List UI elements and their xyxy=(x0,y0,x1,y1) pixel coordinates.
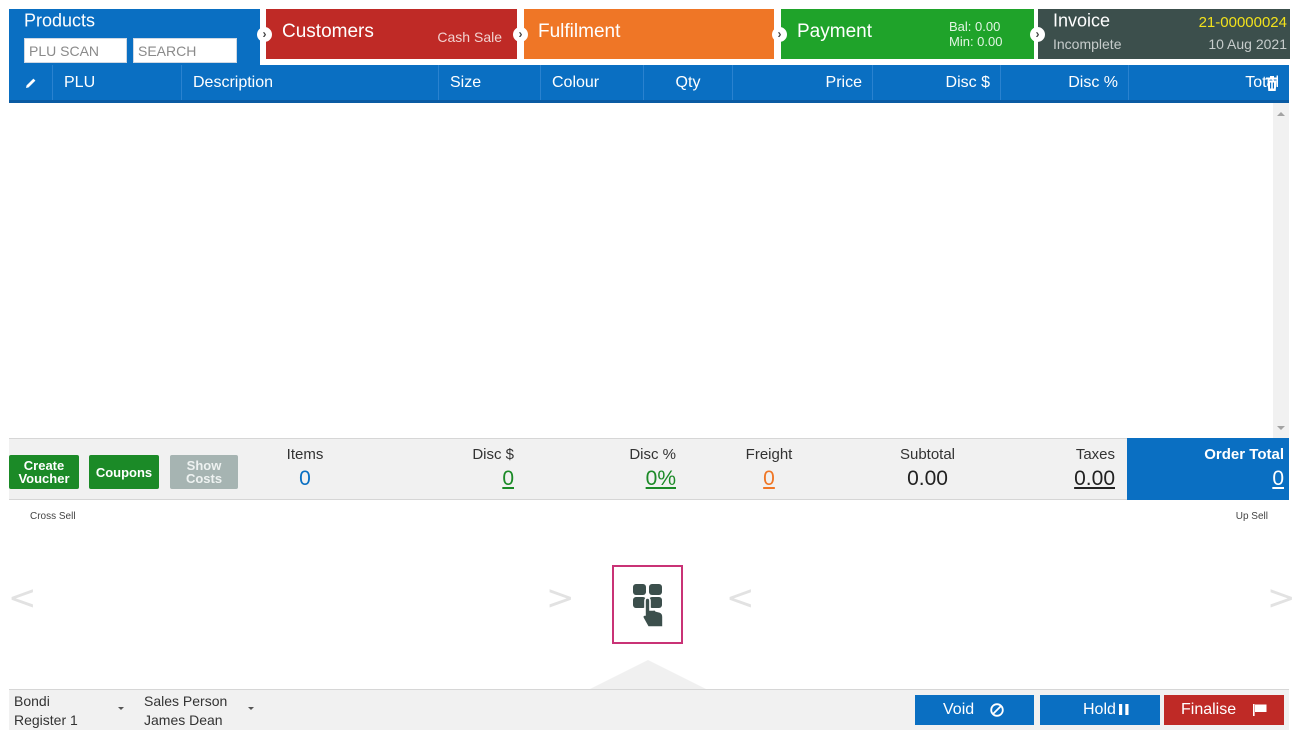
tab-customers-title: Customers xyxy=(282,21,374,42)
void-icon xyxy=(990,703,1004,717)
void-label: Void xyxy=(943,701,975,718)
order-total: Order Total 0 xyxy=(1127,438,1289,500)
salesperson-name: James Dean xyxy=(144,712,223,728)
subtotal-value: 0.00 xyxy=(907,467,948,490)
tab-fulfilment[interactable]: Fulfilment xyxy=(524,9,774,59)
column-price[interactable]: Price xyxy=(733,65,873,100)
hold-button[interactable]: Hold xyxy=(1040,695,1160,725)
invoice-number: 21-00000024 xyxy=(1198,14,1287,31)
finalise-button[interactable]: Finalise xyxy=(1164,695,1284,725)
disc-amount-value[interactable]: 0 xyxy=(389,467,514,491)
tab-fulfilment-title: Fulfilment xyxy=(538,21,621,42)
salesperson-select[interactable]: Sales Person James Dean xyxy=(144,692,264,730)
freight-value[interactable]: 0 xyxy=(709,467,829,491)
column-description[interactable]: Description xyxy=(182,65,439,100)
finalise-label: Finalise xyxy=(1181,701,1237,718)
items-value: 0 xyxy=(299,467,311,490)
footer-bar: Bondi Register 1 Sales Person James Dean… xyxy=(9,689,1289,730)
column-qty[interactable]: Qty xyxy=(644,65,733,100)
hold-label: Hold xyxy=(1083,701,1116,718)
tab-invoice-title: Invoice xyxy=(1053,10,1111,31)
disc-percent-total: Disc % 0% xyxy=(539,446,676,491)
taxes-total: Taxes 0.00 xyxy=(1019,446,1115,491)
search-input[interactable] xyxy=(133,38,237,63)
pencil-icon xyxy=(25,78,35,88)
chevron-right-icon[interactable]: > xyxy=(1267,578,1296,618)
line-items-list xyxy=(9,103,1273,438)
chevron-down-icon xyxy=(118,707,124,710)
taxes-label: Taxes xyxy=(1075,446,1115,463)
items-total: Items 0 xyxy=(239,446,371,491)
chevron-right-icon[interactable]: > xyxy=(546,578,575,618)
disc-amount-label: Disc $ xyxy=(472,446,514,463)
chevron-left-icon[interactable]: < xyxy=(8,578,37,618)
tab-invoice[interactable]: Invoice Incomplete 21-00000024 10 Aug 20… xyxy=(1038,9,1290,59)
location-name: Bondi xyxy=(14,693,50,709)
column-disc-percent[interactable]: Disc % xyxy=(1001,65,1129,100)
scroll-down-arrow[interactable] xyxy=(1277,426,1285,430)
flag-icon xyxy=(1253,704,1267,716)
subtotal: Subtotal 0.00 xyxy=(854,446,1001,491)
chevron-right-icon xyxy=(257,27,272,42)
column-disc-amount[interactable]: Disc $ xyxy=(873,65,1001,100)
freight-total: Freight 0 xyxy=(709,446,829,491)
taxes-value[interactable]: 0.00 xyxy=(1019,467,1115,491)
payment-balances: Bal: 0.00 Min: 0.00 xyxy=(949,19,1002,49)
column-plu[interactable]: PLU xyxy=(53,65,182,100)
chevron-right-icon xyxy=(1030,27,1045,42)
chevron-right-icon xyxy=(513,27,528,42)
tab-payment-title: Payment xyxy=(797,21,872,42)
line-items-header: PLU Description Size Colour Qty Price Di… xyxy=(9,65,1289,103)
cross-sell-label: Cross Sell xyxy=(30,511,76,522)
register-name: Register 1 xyxy=(14,712,78,728)
invoice-date: 10 Aug 2021 xyxy=(1208,36,1287,52)
column-size[interactable]: Size xyxy=(439,65,541,100)
pos-app: Products Customers Cash Sale Fulfilment … xyxy=(0,0,1301,741)
keypad-button[interactable] xyxy=(612,565,683,644)
void-button[interactable]: Void xyxy=(915,695,1034,725)
column-colour[interactable]: Colour xyxy=(541,65,644,100)
payment-minimum: Min: 0.00 xyxy=(949,34,1003,49)
tab-products[interactable]: Products xyxy=(9,9,260,65)
pause-icon xyxy=(1119,704,1129,715)
freight-label: Freight xyxy=(745,446,793,463)
chevron-left-icon[interactable]: < xyxy=(726,578,755,618)
keypad-icon xyxy=(633,584,664,628)
salesperson-label: Sales Person xyxy=(144,693,228,709)
show-costs-button[interactable]: Show Costs xyxy=(170,455,238,489)
tab-payment[interactable]: Payment Bal: 0.00 Min: 0.00 xyxy=(781,9,1034,59)
invoice-status: Incomplete xyxy=(1053,36,1122,52)
trash-icon[interactable] xyxy=(1265,76,1279,91)
order-total-label: Order Total xyxy=(1204,446,1284,463)
disc-percent-value[interactable]: 0% xyxy=(539,467,676,491)
coupons-button[interactable]: Coupons xyxy=(89,455,159,489)
items-label: Items xyxy=(286,446,324,463)
panel-toggle-handle[interactable] xyxy=(588,660,708,690)
disc-percent-label: Disc % xyxy=(629,446,676,463)
payment-balance: Bal: 0.00 xyxy=(949,19,1001,34)
location-select[interactable]: Bondi Register 1 xyxy=(14,692,134,730)
totals-bar: Create Voucher Coupons Show Costs Items … xyxy=(9,438,1289,500)
line-items-scrollbar[interactable] xyxy=(1273,103,1289,438)
chevron-right-icon xyxy=(772,27,787,42)
plu-scan-input[interactable] xyxy=(24,38,127,63)
chevron-down-icon xyxy=(248,707,254,710)
subtotal-label: Subtotal xyxy=(899,446,956,463)
tab-customers[interactable]: Customers Cash Sale xyxy=(266,9,517,59)
edit-column[interactable] xyxy=(9,65,53,100)
tab-products-title: Products xyxy=(24,10,96,31)
customer-name: Cash Sale xyxy=(437,29,502,45)
disc-amount-total: Disc $ 0 xyxy=(389,446,514,491)
up-sell-label: Up Sell xyxy=(1235,511,1268,522)
order-total-value[interactable]: 0 xyxy=(1127,467,1284,491)
create-voucher-button[interactable]: Create Voucher xyxy=(9,455,79,489)
scroll-up-arrow[interactable] xyxy=(1277,112,1285,116)
